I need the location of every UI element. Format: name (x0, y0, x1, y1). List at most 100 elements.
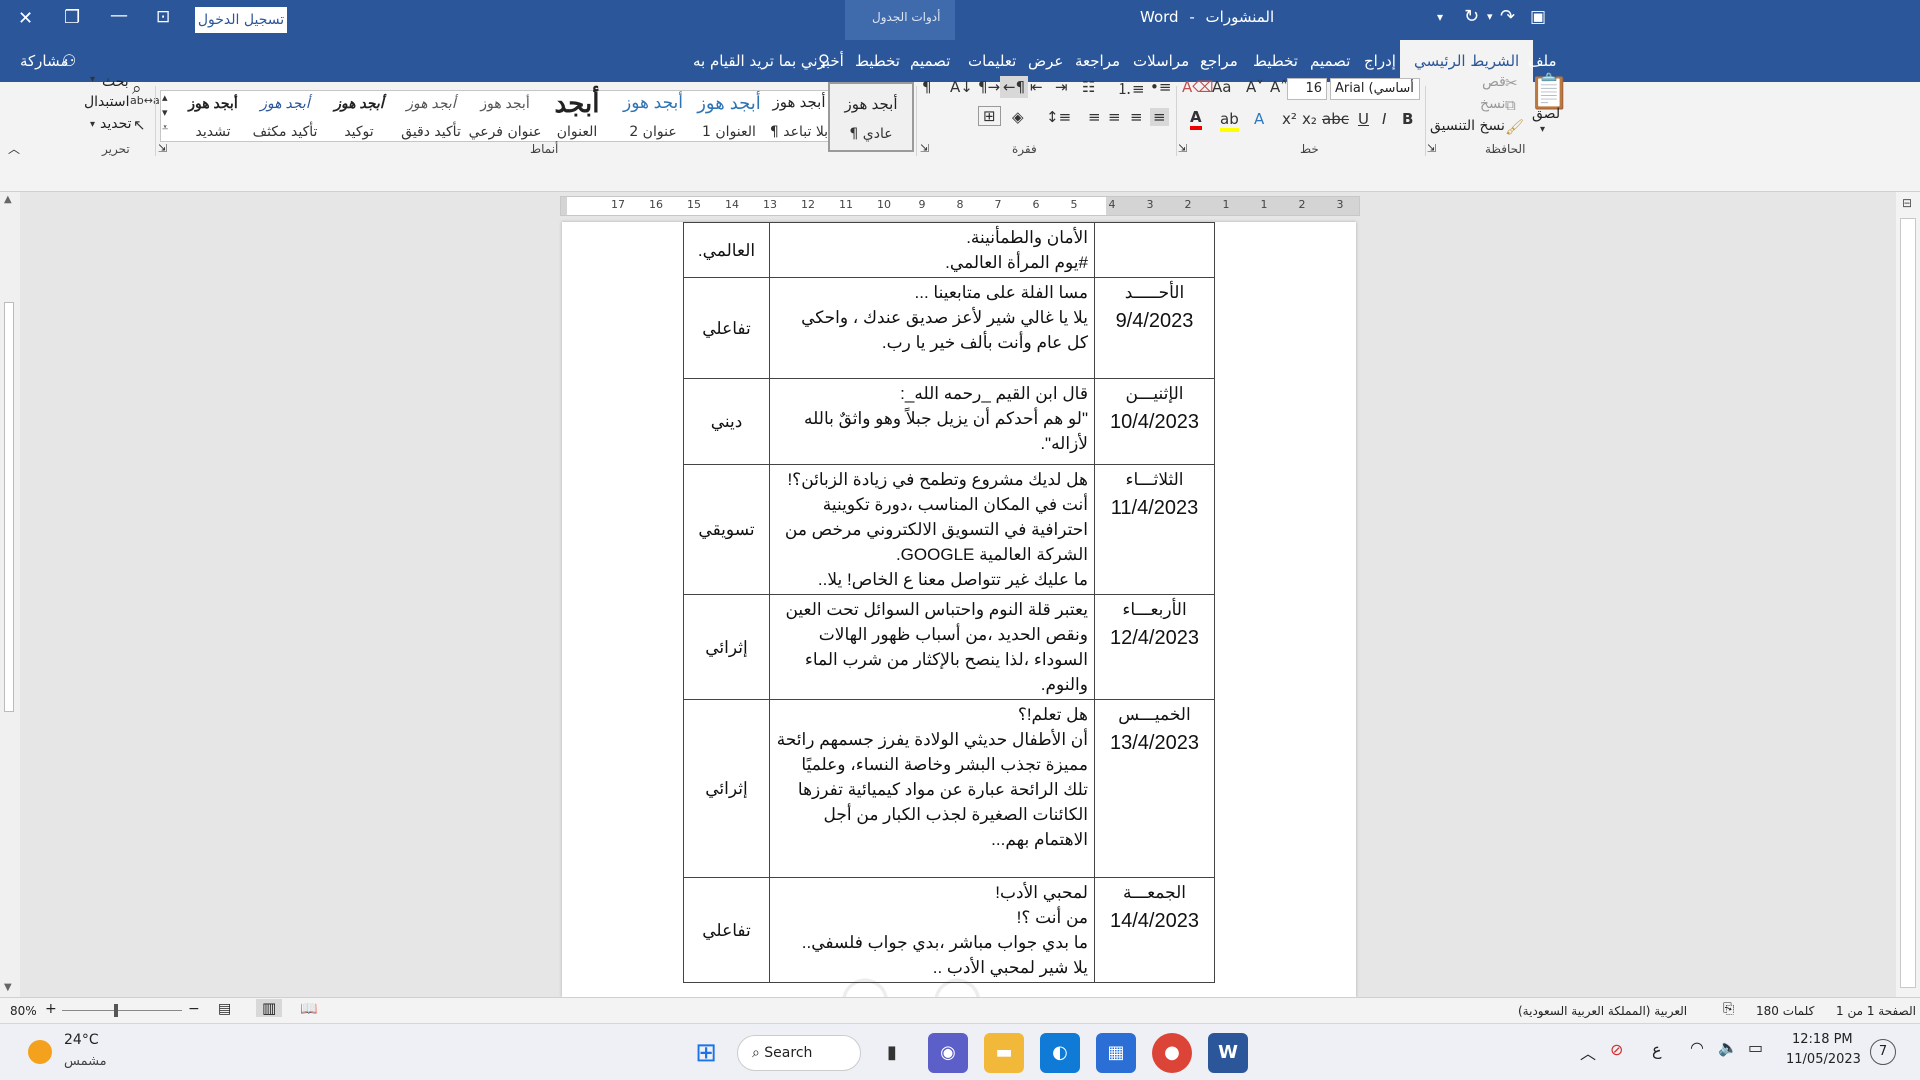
share-button[interactable]: مشاركة (20, 40, 68, 82)
language-status[interactable]: العربية (المملكة العربية السعودية) (1518, 1004, 1687, 1018)
type-cell[interactable]: إثرائي (683, 594, 770, 700)
align-right-icon[interactable]: ≡ (1150, 108, 1169, 126)
zoom-level[interactable]: 80% (10, 1004, 37, 1018)
zoom-thumb[interactable] (114, 1004, 119, 1017)
shrink-font-icon[interactable]: A˅ (1246, 78, 1264, 96)
find-dropdown-icon[interactable]: ▾ (90, 74, 95, 85)
tab-table-layout[interactable]: تخطيط (855, 40, 900, 82)
font-name-box[interactable]: Arial (أساسي (1330, 78, 1420, 100)
zoom-out-icon[interactable]: − (188, 1001, 200, 1017)
page-count[interactable]: الصفحة 1 من 1 (1836, 1004, 1916, 1018)
bold-icon[interactable]: B (1402, 110, 1413, 128)
file-explorer-icon[interactable]: ▬ (984, 1033, 1024, 1073)
proofing-icon[interactable]: ⎘ (1723, 1001, 1734, 1017)
scroll-up-icon[interactable]: ▲ (4, 194, 12, 205)
highlight-icon[interactable]: ab (1220, 110, 1239, 132)
tab-insert[interactable]: إدراج (1364, 40, 1396, 82)
input-language[interactable]: ع (1652, 1040, 1662, 1059)
store-icon[interactable]: ▦ (1096, 1033, 1136, 1073)
shading-icon[interactable]: ◈ (1012, 108, 1024, 126)
tray-chevron-icon[interactable]: ︿ (1580, 1040, 1596, 1064)
tray-app-icon[interactable]: ⊘ (1610, 1040, 1623, 1059)
type-cell[interactable]: تفاعلي (683, 877, 770, 983)
ltr-icon[interactable]: ¶→ (978, 78, 1000, 96)
day-cell[interactable]: الخميـــس 13/4/2023 (1094, 699, 1215, 878)
weather-sun-icon[interactable] (28, 1040, 52, 1064)
tab-mailings[interactable]: مراسلات (1133, 40, 1189, 82)
grow-font-icon[interactable]: A˄ (1270, 78, 1288, 96)
font-launcher-icon[interactable]: ⇲ (1178, 142, 1187, 155)
tab-layout[interactable]: تخطيط (1253, 40, 1298, 82)
type-cell[interactable]: العالمي. (683, 222, 770, 278)
content-cell[interactable]: مسا الفلة على متابعينا ... يلا يا غالي ش… (769, 277, 1095, 379)
read-mode-icon[interactable]: 📖 (300, 1001, 317, 1017)
align-left-icon[interactable]: ≡ (1108, 108, 1121, 126)
format-painter-icon[interactable]: 🖌 (1505, 118, 1524, 136)
show-marks-icon[interactable]: ¶ (922, 78, 932, 96)
type-cell[interactable]: إثرائي (683, 699, 770, 878)
teams-icon[interactable]: ◉ (928, 1033, 968, 1073)
multilevel-list-icon[interactable]: ☷ (1082, 78, 1095, 96)
day-cell[interactable]: الأربعـــاء 12/4/2023 (1094, 594, 1215, 700)
select-dropdown-icon[interactable]: ▾ (90, 119, 95, 130)
customize-qat-icon[interactable]: ▾ (1437, 10, 1443, 24)
task-view-icon[interactable]: ▮ (872, 1033, 912, 1073)
content-cell[interactable]: قال ابن القيم _رحمه الله_: "لو هم أحدكم … (769, 378, 1095, 465)
close-icon[interactable]: ✕ (18, 8, 33, 29)
select-button[interactable]: تحديد (100, 116, 132, 132)
superscript-icon[interactable]: x² (1282, 110, 1297, 128)
paste-dropdown-icon[interactable]: ▾ (1540, 124, 1545, 135)
print-layout-icon[interactable]: ▥ (256, 999, 283, 1017)
replace-button[interactable]: استبدال (84, 94, 129, 110)
copy-button[interactable]: نسخ (1480, 96, 1505, 112)
restore-icon[interactable]: ❐ (64, 7, 80, 28)
style-normal[interactable]: أبجد هوز ¶ عادي (828, 82, 914, 152)
clock-date[interactable]: 11/05/2023 (1786, 1052, 1861, 1067)
sort-icon[interactable]: A↓ (950, 78, 973, 96)
day-cell[interactable]: الأحـــــد 9/4/2023 (1094, 277, 1215, 379)
rtl-icon[interactable]: ←¶ (1000, 76, 1029, 98)
word-taskbar-icon[interactable]: W (1208, 1033, 1248, 1073)
tab-design[interactable]: تصميم (1310, 40, 1350, 82)
signin-button[interactable]: تسجيل الدخول (195, 7, 287, 33)
day-cell[interactable]: الإثنيـــن 10/4/2023 (1094, 378, 1215, 465)
horizontal-ruler[interactable]: 3211234567891011121314151617 (560, 196, 1360, 216)
zoom-slider[interactable] (62, 1004, 182, 1017)
vertical-ruler[interactable]: ⊟ (1896, 192, 1920, 997)
increase-indent-icon[interactable]: ⇥ (1055, 78, 1068, 96)
styles-more-icon[interactable]: ▴ ▾ ⩡ (162, 90, 168, 135)
format-painter-button[interactable]: نسخ التنسيق (1430, 118, 1505, 134)
clear-format-icon[interactable]: A⌫ (1182, 78, 1213, 96)
edge-icon[interactable]: ◐ (1040, 1033, 1080, 1073)
volume-icon[interactable]: 🔈 (1718, 1038, 1738, 1057)
clock-time[interactable]: 12:18 PM (1792, 1032, 1853, 1047)
copy-icon[interactable]: ⧉ (1505, 96, 1516, 114)
minimize-icon[interactable]: — (110, 5, 128, 26)
type-cell[interactable]: تفاعلي (683, 277, 770, 379)
weather-temp[interactable]: 24°C (64, 1032, 99, 1048)
day-cell[interactable] (1094, 222, 1215, 278)
word-count[interactable]: 180 كلمات (1756, 1004, 1814, 1018)
weather-desc[interactable]: مشمس (64, 1054, 107, 1069)
strikethrough-icon[interactable]: abc (1322, 110, 1349, 128)
web-layout-icon[interactable]: ▤ (218, 1001, 231, 1017)
borders-icon[interactable]: ⊞ (978, 106, 1001, 126)
bullets-icon[interactable]: •≡ (1150, 78, 1171, 96)
chrome-icon[interactable]: ● (1152, 1033, 1192, 1073)
content-cell[interactable]: هل تعلم!؟ أن الأطفال حديثي الولادة يفرز … (769, 699, 1095, 878)
change-case-icon[interactable]: Aa (1212, 78, 1231, 96)
content-cell[interactable]: لمحبي الأدب! من أنت ؟! ما بدي جواب مباشر… (769, 877, 1095, 983)
ribbon-display-icon[interactable]: ⊡ (156, 7, 170, 27)
scroll-down-icon[interactable]: ▼ (4, 982, 12, 993)
cut-icon[interactable]: ✂ (1505, 74, 1518, 92)
numbering-icon[interactable]: ⒈≡ (1117, 78, 1145, 99)
battery-icon[interactable]: ▭ (1748, 1038, 1763, 1057)
scroll-thumb[interactable] (4, 302, 14, 712)
start-icon[interactable]: ⊞ (686, 1033, 726, 1073)
find-button[interactable]: بحث (102, 74, 129, 90)
font-size-box[interactable]: 16 (1287, 78, 1327, 100)
style-heading-2[interactable]: أبجد هوز عنوان 2 (610, 82, 696, 152)
schedule-table[interactable]: الأمان والطمأنينة. #يوم المرأة العالمي. … (683, 222, 1215, 983)
content-cell[interactable]: يعتبر قلة النوم واحتباس السوائل تحت العي… (769, 594, 1095, 700)
content-cell[interactable]: هل لديك مشروع وتطمح في زيادة الزبائن؟! أ… (769, 464, 1095, 595)
